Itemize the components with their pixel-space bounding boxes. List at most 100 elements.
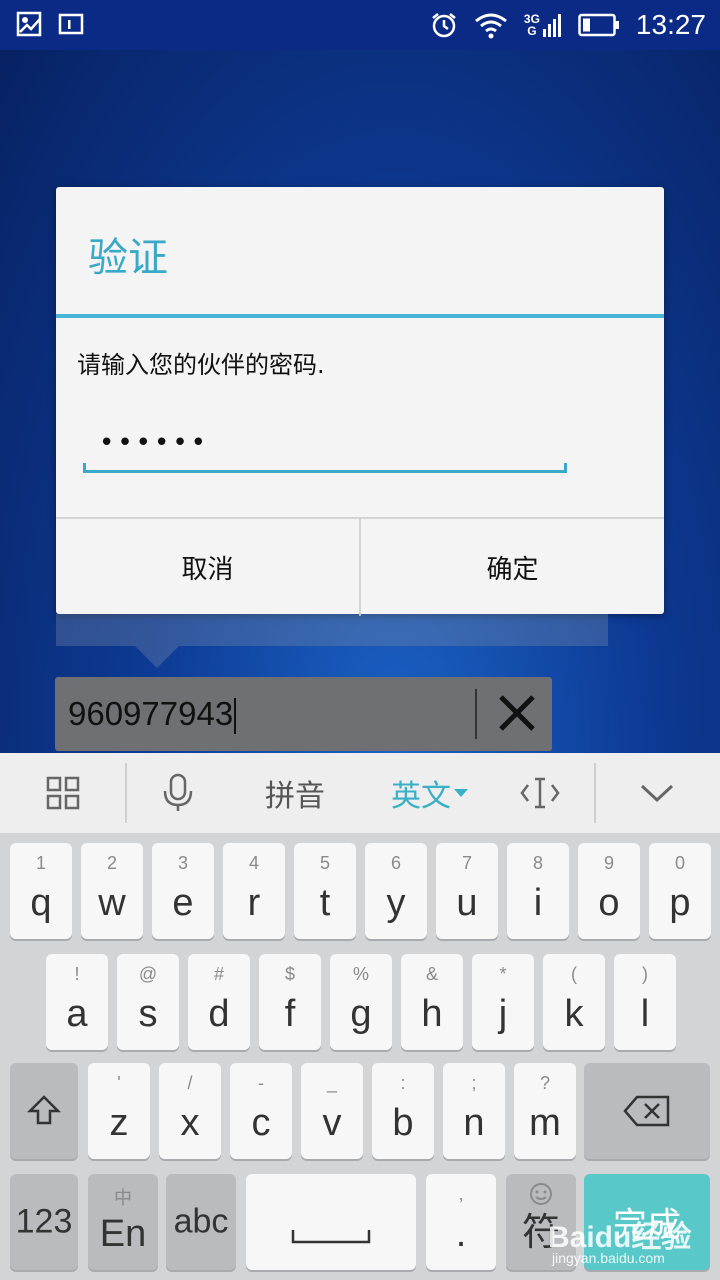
key-label: w xyxy=(98,882,126,924)
dropdown-arrow-icon xyxy=(454,789,468,797)
key-m[interactable]: ? m xyxy=(514,1063,576,1159)
key-label: y xyxy=(386,882,406,924)
cursor-move-icon xyxy=(520,777,560,809)
key-secondary-label: - xyxy=(258,1073,264,1093)
key-label: g xyxy=(350,993,372,1035)
key-secondary-label: , xyxy=(458,1184,464,1204)
key-t[interactable]: 5t xyxy=(294,843,356,939)
key-label: z xyxy=(109,1102,129,1144)
english-mode-button[interactable]: 英文 xyxy=(370,753,490,833)
key-secondary-label: 8 xyxy=(532,853,543,873)
key-a[interactable]: ! a xyxy=(46,954,108,1050)
key-s[interactable]: @ s xyxy=(117,954,179,1050)
status-bar: 3G G 13:27 xyxy=(0,0,720,50)
key-label: En xyxy=(99,1213,147,1255)
key-secondary-label: & xyxy=(425,964,438,984)
key-label: c xyxy=(251,1102,271,1144)
key-label: j xyxy=(498,993,508,1035)
key-p[interactable]: 0p xyxy=(649,843,711,939)
key-label: b xyxy=(392,1102,414,1144)
partner-id-field[interactable]: 960977943 xyxy=(55,677,552,751)
emoji-icon xyxy=(530,1183,552,1205)
key-label: m xyxy=(529,1102,561,1144)
shift-icon xyxy=(26,1095,62,1125)
numeric-key[interactable]: 123 xyxy=(10,1174,78,1270)
clear-icon[interactable] xyxy=(495,691,539,735)
key-secondary-label: ! xyxy=(74,964,80,984)
verification-dialog: 验证 请输入您的伙伴的密码. •••••• 取消 确定 xyxy=(56,187,664,616)
password-input[interactable]: •••••• xyxy=(83,423,567,473)
chevron-down-icon xyxy=(640,784,674,803)
key-w[interactable]: 2w xyxy=(81,843,143,939)
background-panel-pointer xyxy=(135,646,179,668)
key-b[interactable]: :b xyxy=(372,1063,434,1159)
key-label: o xyxy=(598,882,620,924)
key-secondary-label: 9 xyxy=(603,853,614,873)
key-g[interactable]: % g xyxy=(330,954,392,1050)
key-secondary-label: : xyxy=(400,1073,406,1093)
key-x[interactable]: / x xyxy=(159,1063,221,1159)
field-separator xyxy=(475,689,477,739)
key-secondary-label: 5 xyxy=(319,853,330,873)
cancel-button[interactable]: 取消 xyxy=(56,519,359,616)
background-panel xyxy=(56,614,608,646)
key-label: a xyxy=(66,993,88,1035)
punctuation-key[interactable]: ,. xyxy=(426,1174,496,1270)
key-d[interactable]: # d xyxy=(188,954,250,1050)
key-secondary-label: % xyxy=(352,964,369,984)
pinyin-mode-button[interactable]: 拼音 xyxy=(240,753,350,833)
key-h[interactable]: & h xyxy=(401,954,463,1050)
key-i[interactable]: 8i xyxy=(507,843,569,939)
ime-menu-button[interactable] xyxy=(22,753,104,833)
space-key[interactable] xyxy=(246,1174,416,1270)
watermark-url: jingyan.baidu.com xyxy=(552,1250,665,1266)
key-v[interactable]: _ v xyxy=(301,1063,363,1159)
key-label: u xyxy=(456,882,478,924)
key-z[interactable]: ' z xyxy=(88,1063,150,1159)
key-secondary-label: 3 xyxy=(177,853,188,873)
toolbar-divider xyxy=(125,763,127,823)
key-k[interactable]: (k xyxy=(543,954,605,1050)
clock: 13:27 xyxy=(635,9,706,40)
key-secondary-label: 7 xyxy=(461,853,472,873)
hide-keyboard-button[interactable] xyxy=(615,753,699,833)
ok-button[interactable]: 确定 xyxy=(359,519,664,616)
ime-toolbar: 拼音 英文 xyxy=(0,753,720,833)
key-y[interactable]: 6y xyxy=(365,843,427,939)
wifi-icon xyxy=(474,13,507,39)
key-o[interactable]: 9o xyxy=(578,843,640,939)
key-secondary-label: ' xyxy=(117,1073,121,1093)
key-label: l xyxy=(640,993,650,1035)
key-u[interactable]: 7u xyxy=(436,843,498,939)
key-label: h xyxy=(421,993,443,1035)
key-f[interactable]: $ f xyxy=(259,954,321,1050)
key-e[interactable]: 3e xyxy=(152,843,214,939)
microphone-icon xyxy=(163,773,193,811)
key-l[interactable]: ) l xyxy=(614,954,676,1050)
card-notification-icon xyxy=(58,13,84,35)
backspace-key[interactable] xyxy=(584,1063,710,1159)
key-secondary-label: 中 xyxy=(114,1188,132,1208)
key-label: abc xyxy=(173,1202,229,1241)
shift-key[interactable] xyxy=(10,1063,78,1159)
title-divider xyxy=(56,314,664,318)
gallery-notification-icon xyxy=(16,11,42,37)
abc-key[interactable]: abc xyxy=(166,1174,236,1270)
key-secondary-label: ( xyxy=(571,964,577,984)
key-label: e xyxy=(172,882,194,924)
network-type: 3G G xyxy=(523,12,540,38)
voice-input-button[interactable] xyxy=(140,753,216,833)
key-n[interactable]: ; n xyxy=(443,1063,505,1159)
space-icon xyxy=(291,1230,371,1244)
key-r[interactable]: 4r xyxy=(223,843,285,939)
key-secondary-label: _ xyxy=(326,1073,337,1093)
key-secondary-label: ) xyxy=(642,964,648,984)
key-q[interactable]: 1q xyxy=(10,843,72,939)
key-j[interactable]: * j xyxy=(472,954,534,1050)
key-label: f xyxy=(284,993,296,1035)
key-secondary-label: 6 xyxy=(390,853,401,873)
key-c[interactable]: -c xyxy=(230,1063,292,1159)
cursor-move-button[interactable] xyxy=(500,753,580,833)
language-switch-key[interactable]: 中 En xyxy=(88,1174,158,1270)
key-label: q xyxy=(30,882,52,924)
